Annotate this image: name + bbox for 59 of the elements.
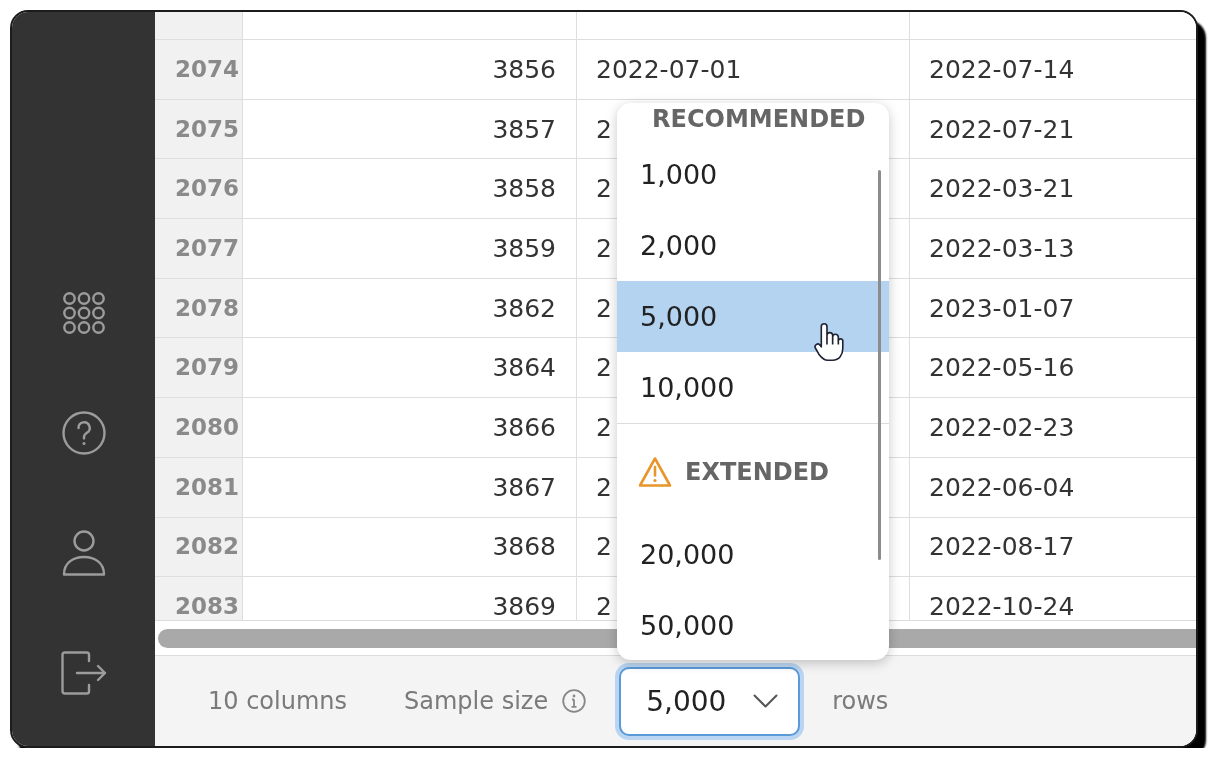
- row-number: 2080: [175, 415, 239, 439]
- date-text: 2022-06-04: [929, 474, 1075, 500]
- info-icon[interactable]: [562, 689, 587, 713]
- group-header: RECOMMENDED: [652, 106, 866, 133]
- date-text: 2: [596, 295, 612, 321]
- date-text: 2022-07-21: [929, 116, 1075, 142]
- date-text: 2022-02-23: [929, 414, 1075, 440]
- date-text: 2: [596, 474, 612, 500]
- date-text: 2022-05-16: [929, 355, 1075, 381]
- number-text: 3856: [492, 56, 556, 82]
- number-text: 3862: [492, 295, 556, 321]
- number-text: 3868: [492, 534, 556, 560]
- row-number: 2074: [175, 57, 239, 81]
- date-text: 2: [596, 534, 612, 560]
- row-number: 2082: [175, 535, 239, 559]
- column-count: 10 columns: [208, 687, 348, 715]
- date-text: 2022-08-17: [929, 534, 1075, 560]
- row-number: 2077: [175, 236, 239, 260]
- chevron-down-icon: [753, 694, 779, 708]
- menu-option[interactable]: 1,000: [617, 138, 889, 210]
- menu-option[interactable]: 2,000: [617, 209, 889, 281]
- logout-icon[interactable]: [60, 651, 107, 695]
- date-text: 2022-03-21: [929, 176, 1075, 202]
- menu-option[interactable]: 5,000: [617, 280, 889, 352]
- date-text: 2: [596, 355, 612, 381]
- date-text: 2: [596, 594, 612, 620]
- group-header: EXTENDED: [685, 458, 829, 486]
- date-text: 2: [596, 176, 612, 202]
- date-text: 2022-07-01: [596, 56, 742, 82]
- row-number: 2083: [175, 595, 239, 619]
- date-text: 2: [596, 414, 612, 440]
- row-number: 2075: [175, 117, 239, 141]
- date-text: 2022-03-13: [929, 235, 1075, 261]
- menu-option[interactable]: 20,000: [617, 518, 889, 590]
- rows-label: rows: [832, 687, 889, 715]
- number-text: 3859: [492, 235, 556, 261]
- number-text: 3866: [492, 414, 556, 440]
- date-text: 2: [596, 116, 612, 142]
- number-text: 3864: [492, 355, 556, 381]
- menu-option[interactable]: 50,000: [617, 589, 889, 660]
- row-number: 2076: [175, 177, 239, 201]
- hand-cursor-icon: [814, 322, 844, 362]
- date-text: 2022-07-14: [929, 56, 1075, 82]
- row-number: 2078: [175, 296, 239, 320]
- number-text: 3869: [492, 594, 556, 620]
- grid-icon[interactable]: [62, 292, 105, 334]
- user-icon[interactable]: [61, 530, 106, 576]
- number-text: 3867: [492, 474, 556, 500]
- row-number: 2079: [175, 356, 239, 380]
- number-text: 3857: [492, 116, 556, 142]
- row-number: 2081: [175, 475, 239, 499]
- help-icon[interactable]: [61, 411, 106, 455]
- number-text: 3858: [492, 176, 556, 202]
- date-text: 2023-01-07: [929, 295, 1075, 321]
- sample-size-label: Sample size: [404, 687, 549, 715]
- date-text: 2022-10-24: [929, 594, 1075, 620]
- date-text: 2: [596, 235, 612, 261]
- scrollbar-thumb[interactable]: [878, 170, 881, 560]
- menu-option[interactable]: 10,000: [617, 351, 889, 423]
